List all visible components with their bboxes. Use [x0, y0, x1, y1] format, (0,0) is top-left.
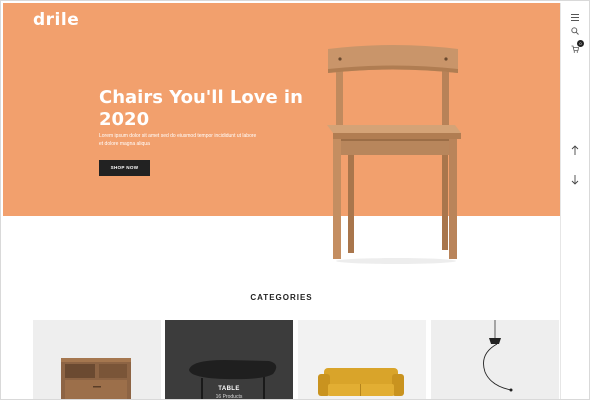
pendant-lamp-image: [483, 320, 513, 392]
page-frame: drile Chairs You'll Love in 2020 Lorem i…: [0, 0, 590, 400]
right-sidebar: 0: [560, 3, 589, 399]
hero-title: Chairs You'll Love in 2020: [99, 87, 303, 130]
hero-description: Lorem ipsum dolor sit amet sed do eiusmo…: [99, 133, 257, 147]
category-tile-lamp[interactable]: [431, 320, 559, 399]
brand-logo[interactable]: drile: [33, 10, 79, 30]
cabinet-image: [61, 358, 131, 399]
category-tile-table[interactable]: TABLE 16 Products: [165, 320, 293, 400]
sofa-image: [318, 368, 404, 396]
shop-now-button[interactable]: SHOP NOW: [99, 160, 150, 176]
arrow-down-icon[interactable]: [561, 173, 589, 187]
categories-heading: CATEGORIES: [250, 293, 313, 302]
cart-count-badge: 0: [577, 40, 584, 47]
hero-chair-image: [327, 45, 461, 264]
category-tile-cabinet[interactable]: [33, 320, 161, 399]
arrow-up-icon[interactable]: [561, 143, 589, 157]
menu-icon[interactable]: [561, 11, 589, 23]
category-tile-sofa[interactable]: [298, 320, 426, 399]
search-icon[interactable]: [561, 25, 589, 37]
cart-icon[interactable]: 0: [561, 40, 589, 55]
category-count: 16 Products: [215, 394, 243, 400]
category-name: TABLE: [218, 386, 240, 392]
